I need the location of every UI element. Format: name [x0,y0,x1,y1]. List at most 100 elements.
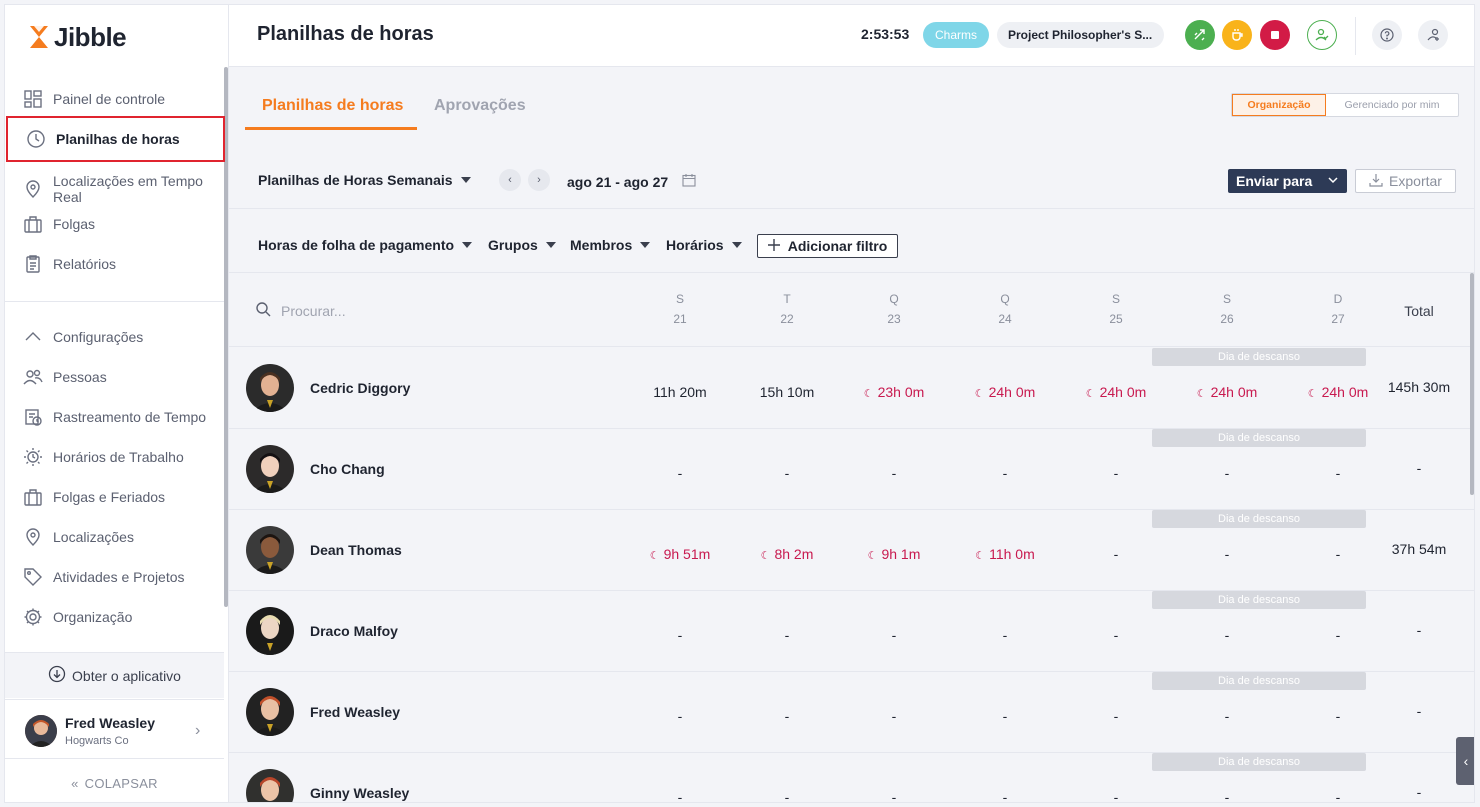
member-name[interactable]: Dean Thomas [310,542,402,558]
time-cell[interactable]: - [955,708,1055,724]
time-cell[interactable]: - [844,627,944,643]
time-cell[interactable]: - [737,789,837,802]
add-filter-button[interactable]: Adicionar filtro [757,234,898,258]
send-to-button[interactable]: Enviar para [1228,169,1347,193]
project-chip[interactable]: Project Philosopher's S... [997,22,1164,48]
member-name[interactable]: Cho Chang [310,461,385,477]
sidebar-item-planilhas-de-horas[interactable]: Planilhas de horas [6,116,225,162]
time-cell[interactable]: 24h 0m [1066,384,1166,400]
time-cell[interactable]: - [1177,789,1277,802]
table-row[interactable]: Dean Thomas Dia de descanso 9h 51m 8h 2m 9h … [229,510,1474,591]
table-row[interactable]: Ginny Weasley Dia de descanso - - - - - - - - [229,753,1474,802]
prev-week-button[interactable]: ‹ [499,169,521,191]
time-cell[interactable]: - [1177,708,1277,724]
filter-schedules[interactable]: Horários [666,237,742,253]
time-cell[interactable]: - [1177,465,1277,481]
sidebar-item-rastreamento-de-tempo[interactable]: Rastreamento de Tempo [5,398,224,436]
time-cell[interactable]: 24h 0m [1288,384,1388,400]
time-cell[interactable]: - [844,789,944,802]
time-cell[interactable]: 9h 1m [844,546,944,562]
activity-chip[interactable]: Charms [923,22,989,48]
table-row[interactable]: Cho Chang Dia de descanso - - - - - - - - [229,429,1474,510]
table-scrollbar[interactable] [1470,273,1474,495]
break-button[interactable] [1222,20,1252,50]
switch-activity-button[interactable] [1185,20,1215,50]
time-cell[interactable]: - [1066,789,1166,802]
time-cell[interactable]: - [1288,546,1388,562]
time-cell[interactable]: - [1177,627,1277,643]
time-cell[interactable]: - [737,465,837,481]
next-week-button[interactable]: › [528,169,550,191]
sidebar-item-organizacao[interactable]: Organização [5,598,224,636]
tab-timesheets[interactable]: Planilhas de horas [262,97,403,115]
expand-panel-button[interactable]: ‹ [1456,737,1474,785]
time-cell[interactable]: - [1066,465,1166,481]
time-cell[interactable]: 23h 0m [844,384,944,400]
time-cell[interactable]: - [1288,789,1388,802]
clock-in-member-button[interactable] [1307,20,1337,50]
sidebar-item-horarios-de-trabalho[interactable]: Horários de Trabalho [5,438,224,476]
collapse-button[interactable]: « COLAPSAR [5,765,224,801]
filter-members[interactable]: Membros [570,237,651,253]
table-row[interactable]: Fred Weasley Dia de descanso - - - - - - - - [229,672,1474,753]
day-letter: S [1111,292,1120,306]
member-name[interactable]: Ginny Weasley [310,785,409,801]
time-cell[interactable]: - [737,627,837,643]
time-cell[interactable]: 8h 2m [737,546,837,562]
settings-button[interactable] [1418,20,1448,50]
time-cell[interactable]: 11h 0m [955,546,1055,562]
time-cell[interactable]: - [630,708,730,724]
jibble-logo[interactable]: Jibble [28,22,127,52]
member-name[interactable]: Fred Weasley [310,704,400,720]
sidebar-item-folgas[interactable]: Folgas [5,205,224,243]
time-cell[interactable]: - [844,465,944,481]
time-cell[interactable]: - [630,465,730,481]
sidebar-item-configuracoes[interactable]: Configurações [5,318,224,356]
help-button[interactable] [1372,20,1402,50]
time-cell[interactable]: 24h 0m [1177,384,1277,400]
time-cell[interactable]: 9h 51m [630,546,730,562]
filter-groups[interactable]: Grupos [488,237,556,253]
sidebar-item-folgas-e-feriados[interactable]: Folgas e Feriados [5,478,224,516]
time-cell[interactable]: - [1177,546,1277,562]
time-cell[interactable]: - [1288,708,1388,724]
user-profile[interactable]: Fred Weasley Hogwarts Co › [5,699,224,759]
time-cell[interactable]: 15h 10m [737,384,837,400]
sidebar-item-pessoas[interactable]: Pessoas [5,358,224,396]
time-cell[interactable]: - [630,627,730,643]
time-cell[interactable]: - [955,627,1055,643]
sidebar-item-painel-de-controle[interactable]: Painel de controle [5,81,224,117]
date-range-picker[interactable]: ago 21 - ago 27 [567,173,696,190]
time-cell[interactable]: 24h 0m [955,384,1055,400]
table-row[interactable]: Cedric Diggory Dia de descanso 11h 20m 15h … [229,348,1474,429]
time-cell[interactable]: - [955,789,1055,802]
time-cell[interactable]: - [1288,627,1388,643]
scope-organization[interactable]: Organização [1232,94,1326,116]
filter-payroll-hours[interactable]: Horas de folha de pagamento [258,237,473,253]
time-cell[interactable]: - [630,789,730,802]
sidebar-item-relatorios[interactable]: Relatórios [5,245,224,283]
avatar [246,526,294,574]
sidebar-item-localizacoes[interactable]: Localizações [5,518,224,556]
member-name[interactable]: Draco Malfoy [310,623,398,639]
time-cell[interactable]: - [955,465,1055,481]
sidebar-item-atividades-e-projetos[interactable]: Atividades e Projetos [5,558,224,596]
tab-approvals[interactable]: Aprovações [434,97,526,115]
stop-timer-button[interactable] [1260,20,1290,50]
time-cell[interactable]: - [1288,465,1388,481]
time-cell[interactable]: - [1066,627,1166,643]
time-cell[interactable]: 11h 20m [630,384,730,400]
time-cell[interactable]: - [737,708,837,724]
rest-day-badge: Dia de descanso [1152,510,1366,528]
time-cell[interactable]: - [844,708,944,724]
scope-managed-by-me[interactable]: Gerenciado por mim [1326,94,1458,116]
time-cell[interactable]: - [1066,546,1166,562]
search-box[interactable]: Procurar... [255,301,346,320]
view-selector[interactable]: Planilhas de Horas Semanais [258,172,471,188]
time-cell[interactable]: - [1066,708,1166,724]
app-window: Jibble Painel de controle Planilhas de ho… [4,4,1475,803]
table-row[interactable]: Draco Malfoy Dia de descanso - - - - - - - - [229,591,1474,672]
export-button[interactable]: Exportar [1355,169,1456,193]
member-name[interactable]: Cedric Diggory [310,380,410,396]
get-app-button[interactable]: Obter o aplicativo [5,652,224,698]
